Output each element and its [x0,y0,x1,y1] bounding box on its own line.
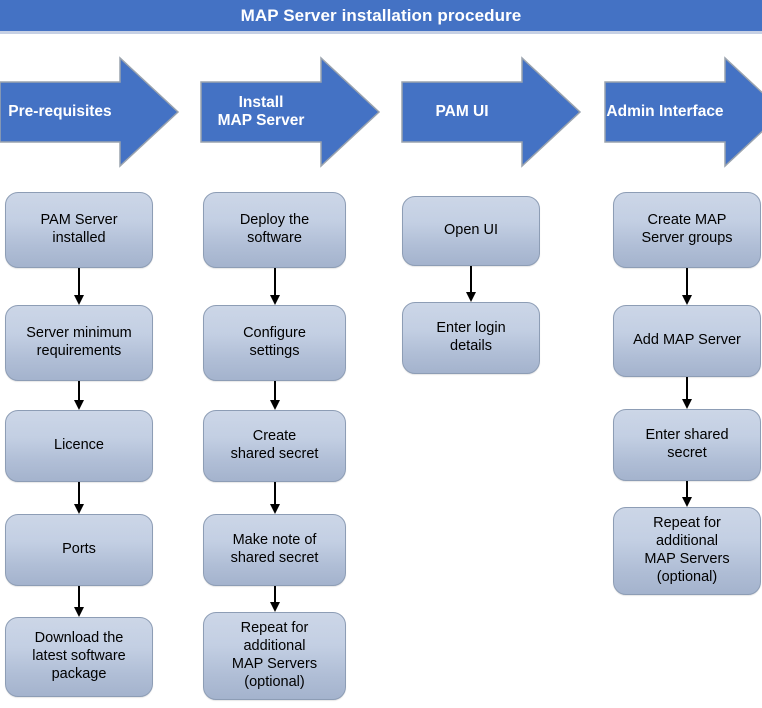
connector-arrow-pre-requisites-3 [72,482,86,514]
process-box-admin-interface-3[interactable]: Enter shared secret [613,409,761,481]
process-box-label: Enter shared secret [645,427,729,461]
process-box-install-map-server-3[interactable]: Create shared secret [203,410,346,482]
flowchart-diagram: MAP Server installation procedure Pre-re… [0,0,762,708]
process-box-install-map-server-1[interactable]: Deploy the software [203,192,346,268]
process-box-label: Create MAP Server groups [641,212,733,246]
process-box-label: Ports [62,541,96,558]
process-box-install-map-server-5[interactable]: Repeat for additional MAP Servers (optio… [203,612,346,700]
process-box-label: PAM Server installed [40,212,118,246]
connector-arrow-shape [682,481,692,507]
phase-arrow-shape [0,56,180,168]
process-box-admin-interface-1[interactable]: Create MAP Server groups [613,192,761,268]
connector-arrow-install-map-server-3 [268,482,282,514]
process-box-label: Server minimum requirements [26,325,132,359]
process-box-install-map-server-4[interactable]: Make note of shared secret [203,514,346,586]
connector-arrow-shape [682,377,692,409]
process-box-label: Repeat for additional MAP Servers (optio… [644,515,730,585]
phase-arrow-shape [604,56,762,168]
connector-arrow-pam-ui-1 [464,266,478,302]
phase-arrow-shape [401,56,582,168]
connector-arrow-admin-interface-3 [680,481,694,507]
process-box-pre-requisites-3[interactable]: Licence [5,410,153,482]
phase-arrow-install-map-server[interactable]: Install MAP Server [200,56,381,168]
connector-arrow-shape [74,268,84,305]
connector-arrow-pre-requisites-2 [72,381,86,410]
connector-arrow-install-map-server-2 [268,381,282,410]
process-box-install-map-server-2[interactable]: Configure settings [203,305,346,381]
process-box-label: Configure settings [243,325,306,359]
connector-arrow-pre-requisites-1 [72,268,86,305]
process-box-admin-interface-2[interactable]: Add MAP Server [613,305,761,377]
process-box-label: Add MAP Server [633,332,741,349]
process-box-pre-requisites-2[interactable]: Server minimum requirements [5,305,153,381]
phase-arrow-pam-ui[interactable]: PAM UI [401,56,582,168]
connector-arrow-shape [74,482,84,514]
process-box-pre-requisites-5[interactable]: Download the latest software package [5,617,153,697]
process-box-label: Licence [54,437,104,454]
process-box-pre-requisites-1[interactable]: PAM Server installed [5,192,153,268]
connector-arrow-shape [74,586,84,617]
connector-arrow-shape [682,268,692,305]
process-box-label: Repeat for additional MAP Servers (optio… [231,620,318,690]
process-box-label: Deploy the software [239,212,310,246]
process-box-label: Make note of shared secret [230,532,319,566]
diagram-header-bar: MAP Server installation procedure [0,0,762,34]
process-box-label: Create shared secret [230,428,319,462]
process-box-pam-ui-2[interactable]: Enter login details [402,302,540,374]
connector-arrow-shape [466,266,476,302]
connector-arrow-admin-interface-1 [680,268,694,305]
process-box-pam-ui-1[interactable]: Open UI [402,196,540,266]
connector-arrow-admin-interface-2 [680,377,694,409]
connector-arrow-shape [74,381,84,410]
connector-arrow-shape [269,482,280,514]
phase-arrow-pre-requisites[interactable]: Pre-requisites [0,56,180,168]
connector-arrow-install-map-server-4 [268,586,282,612]
connector-arrow-shape [269,586,280,612]
page-title: MAP Server installation procedure [240,5,522,25]
connector-arrow-shape [269,268,280,305]
phase-arrow-admin-interface[interactable]: Admin Interface [604,56,762,168]
connector-arrow-install-map-server-1 [268,268,282,305]
phase-arrow-shape [200,56,381,168]
process-box-admin-interface-4[interactable]: Repeat for additional MAP Servers (optio… [613,507,761,595]
process-box-pre-requisites-4[interactable]: Ports [5,514,153,586]
process-box-label: Enter login details [436,320,506,354]
process-box-label: Download the latest software package [32,630,126,682]
process-box-label: Open UI [444,222,498,239]
connector-arrow-shape [269,381,280,410]
connector-arrow-pre-requisites-4 [72,586,86,617]
